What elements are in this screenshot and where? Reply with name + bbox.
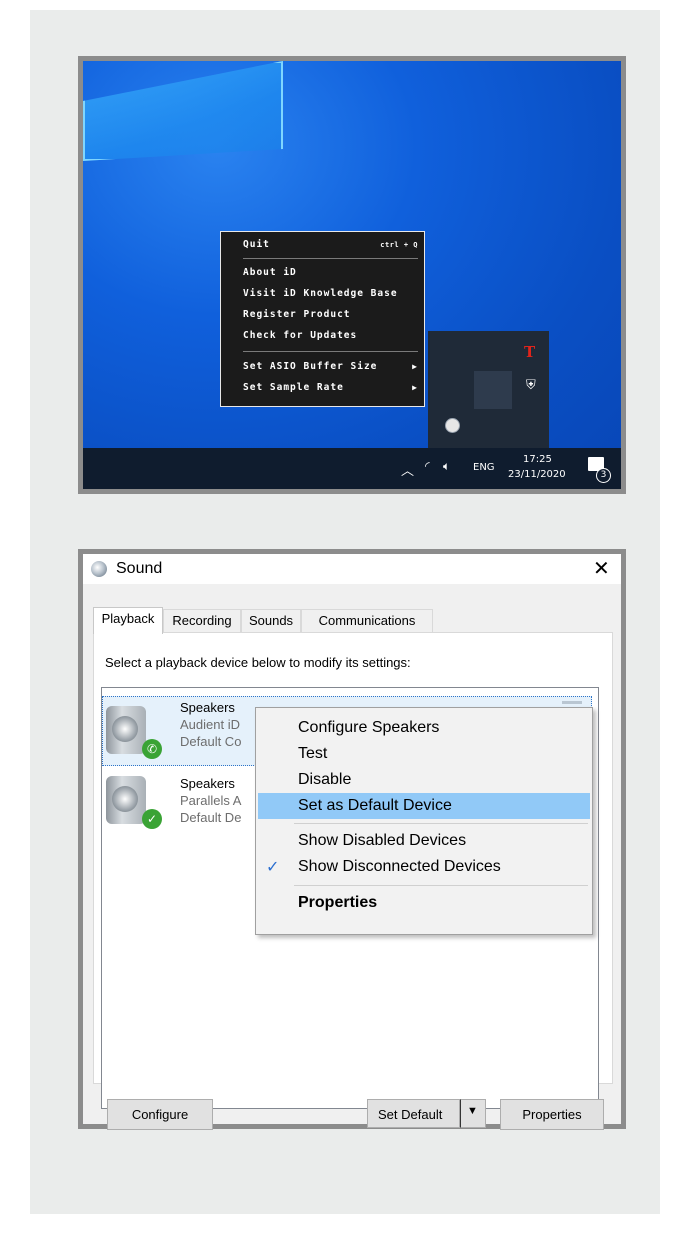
dialog-title: Sound <box>116 560 163 577</box>
desktop-screenshot: T ⛨ Quit ctrl + Q About iD Visit iD Know… <box>78 56 626 494</box>
sound-dialog: Sound ✕ Playback Recording Sounds Commun… <box>83 554 621 1130</box>
language-indicator[interactable]: ENG <box>473 462 495 473</box>
chevron-up-icon[interactable]: ︿ <box>401 460 414 479</box>
device-description: Audient iD <box>180 717 240 732</box>
device-name: Speakers <box>180 776 235 791</box>
set-default-dropdown[interactable]: ▼ <box>460 1099 486 1128</box>
menu-separator <box>294 885 588 886</box>
speaker-muted-icon[interactable]: 🔈︎ <box>443 459 450 474</box>
menu-separator <box>294 823 588 824</box>
submenu-arrow-icon: ▶ <box>412 383 418 392</box>
sound-dialog-screenshot: Sound ✕ Playback Recording Sounds Commun… <box>78 549 626 1130</box>
menu-item-sample-rate[interactable]: Set Sample Rate <box>243 382 344 393</box>
device-description: Parallels A <box>180 793 242 808</box>
title-bar: Sound ✕ <box>83 554 621 584</box>
device-status: Default Co <box>180 734 242 749</box>
tab-recording[interactable]: Recording <box>163 609 241 632</box>
menu-item-properties[interactable]: Properties <box>258 890 590 916</box>
tab-communications[interactable]: Communications <box>301 609 433 632</box>
check-badge-icon: ✓ <box>142 809 162 829</box>
checkmark-icon: ✓ <box>266 859 280 876</box>
desktop: T ⛨ Quit ctrl + Q About iD Visit iD Know… <box>83 61 621 489</box>
set-default-button[interactable]: Set Default <box>367 1099 460 1128</box>
menu-item-show-disabled[interactable]: Show Disabled Devices <box>258 828 590 854</box>
submenu-arrow-icon: ▶ <box>412 362 418 371</box>
instruction-text: Select a playback device below to modify… <box>105 655 411 670</box>
menu-item-test[interactable]: Test <box>258 741 590 767</box>
audient-tray-menu: Quit ctrl + Q About iD Visit iD Knowledg… <box>220 231 425 407</box>
windows-logo-glow <box>83 61 283 161</box>
wifi-icon[interactable]: ◜ <box>425 459 430 473</box>
notification-count: 3 <box>596 468 611 483</box>
audient-id-icon[interactable] <box>445 418 460 433</box>
menu-item-show-disconnected[interactable]: ✓ Show Disconnected Devices <box>258 854 590 880</box>
menu-item-configure-speakers[interactable]: Configure Speakers <box>258 715 590 741</box>
menu-separator <box>243 258 418 259</box>
menu-item-set-default-device[interactable]: Set as Default Device <box>258 793 590 819</box>
quit-shortcut: ctrl + Q <box>380 241 418 249</box>
taskbar: ︿ ◜ 🔈︎ ENG 17:25 23/11/2020 3 <box>83 448 621 489</box>
device-context-menu: Configure Speakers Test Disable Set as D… <box>255 707 593 935</box>
device-name: Speakers <box>180 700 235 715</box>
close-icon[interactable]: ✕ <box>593 556 610 580</box>
properties-button[interactable]: Properties <box>500 1099 604 1130</box>
tab-playback[interactable]: Playback <box>93 607 163 634</box>
tray-overflow-popup: T ⛨ <box>428 331 549 448</box>
sound-app-icon <box>91 561 107 577</box>
clock-time[interactable]: 17:25 <box>523 454 552 465</box>
menu-item-asio-buffer[interactable]: Set ASIO Buffer Size <box>243 361 377 372</box>
shield-icon[interactable]: ⛨ <box>526 379 536 392</box>
red-t-icon[interactable]: T <box>524 345 535 360</box>
configure-button[interactable]: Configure <box>107 1099 213 1130</box>
tab-sounds[interactable]: Sounds <box>241 609 301 632</box>
tray-slot-highlight <box>474 371 512 409</box>
menu-item-knowledge-base[interactable]: Visit iD Knowledge Base <box>243 288 398 299</box>
menu-separator <box>243 351 418 352</box>
device-status: Default De <box>180 810 242 825</box>
menu-item-disable[interactable]: Disable <box>258 767 590 793</box>
phone-badge-icon: ✆ <box>142 739 162 759</box>
chevron-down-icon: ▼ <box>467 1105 478 1117</box>
clock-date[interactable]: 23/11/2020 <box>508 469 566 480</box>
menu-item-quit[interactable]: Quit <box>243 239 270 250</box>
menu-item-check-updates[interactable]: Check for Updates <box>243 330 357 341</box>
menu-item-register[interactable]: Register Product <box>243 309 351 320</box>
menu-item-about[interactable]: About iD <box>243 267 297 278</box>
